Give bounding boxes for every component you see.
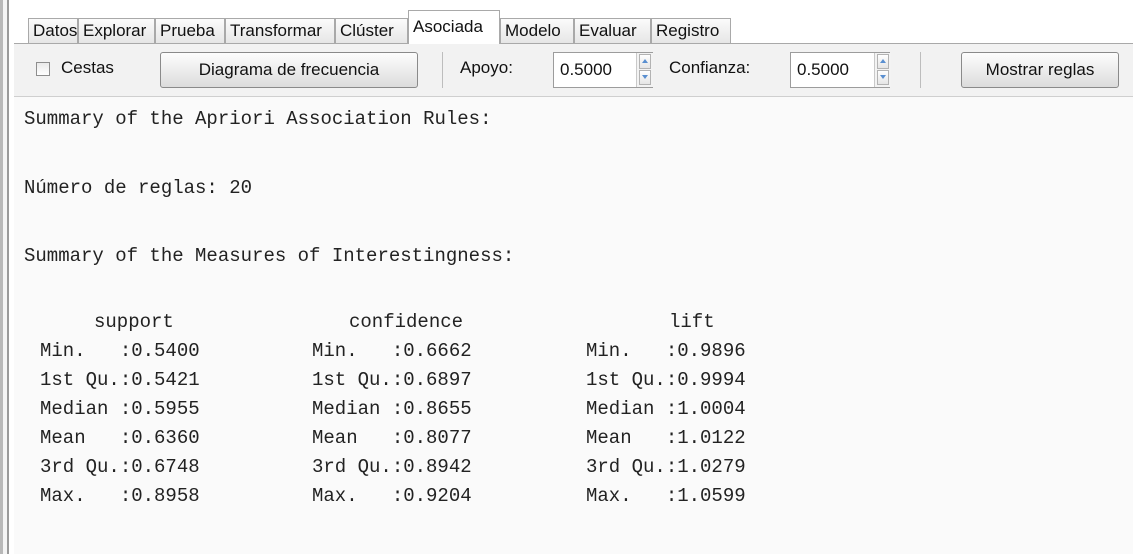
baskets-label: Cestas [61,58,114,77]
stats-cell: 3rd Qu.:1.0279 [586,456,746,478]
rules-count: Número de reglas: 20 [24,177,253,199]
tab-evaluar[interactable]: Evaluar [574,18,651,43]
tab-explorar[interactable]: Explorar [78,18,155,43]
stats-cell: Mean :1.0122 [586,427,746,449]
stats-cell: Median :0.8655 [312,398,472,420]
support-spinner[interactable] [636,53,653,87]
window-left-border [0,0,10,554]
stats-cell: Median :1.0004 [586,398,746,420]
stats-cell: 1st Qu.:0.6897 [312,369,472,391]
tab-datos[interactable]: Datos [28,18,78,43]
baskets-checkbox[interactable] [36,62,50,76]
stats-cell: Mean :0.8077 [312,427,472,449]
tab-cluster[interactable]: Clúster [335,18,408,43]
confidence-increment-icon[interactable] [877,54,889,69]
confidence-spinner[interactable] [874,53,891,87]
support-label: Apoyo: [460,58,513,77]
summary-title: Summary of the Apriori Association Rules… [24,108,492,130]
stats-cell: Max. :1.0599 [586,485,746,507]
toolbar-separator [442,52,443,88]
measures-title: Summary of the Measures of Interestingne… [24,245,515,267]
output-text-area[interactable]: Summary of the Apriori Association Rules… [14,97,1133,554]
tab-registro[interactable]: Registro [651,18,731,43]
toolbar-separator [920,52,921,88]
show-rules-button[interactable]: Mostrar reglas [961,52,1119,88]
tab-transformar[interactable]: Transformar [225,18,335,43]
stats-cell: 1st Qu.:0.5421 [40,369,200,391]
stats-cell: Max. :0.8958 [40,485,200,507]
tab-prueba[interactable]: Prueba [155,18,225,43]
stats-cell: 3rd Qu.:0.6748 [40,456,200,478]
stats-cell: Max. :0.9204 [312,485,472,507]
stats-cell: 3rd Qu.:0.8942 [312,456,472,478]
stats-cell: Mean :0.6360 [40,427,200,449]
stats-cell: Min. :0.5400 [40,340,200,362]
column-header-support: support [94,311,174,333]
confidence-label: Confianza: [669,58,751,77]
stats-cell: 1st Qu.:0.9994 [586,369,746,391]
support-increment-icon[interactable] [639,54,651,69]
frequency-plot-button[interactable]: Diagrama de frecuencia [160,52,418,88]
stats-cell: Min. :0.6662 [312,340,472,362]
stats-cell: Min. :0.9896 [586,340,746,362]
tab-modelo[interactable]: Modelo [500,18,574,43]
stats-cell: Median :0.5955 [40,398,200,420]
column-header-confidence: confidence [349,311,464,333]
confidence-decrement-icon[interactable] [877,70,889,85]
tab-bar: Datos Explorar Prueba Transformar Clúste… [14,10,1133,44]
association-toolbar: Cestas Diagrama de frecuencia Apoyo: 0.5… [14,44,1133,97]
column-header-lift: lift [669,311,715,333]
tab-asociada[interactable]: Asociada [408,10,500,44]
support-decrement-icon[interactable] [639,70,651,85]
